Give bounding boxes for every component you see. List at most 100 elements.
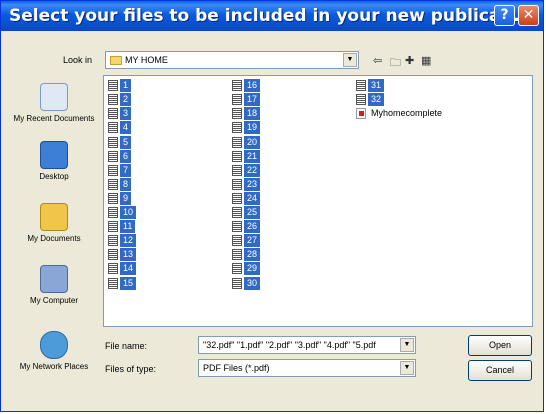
file-item[interactable]: 29 bbox=[232, 262, 261, 276]
place-label: My Recent Documents bbox=[13, 114, 95, 123]
chevron-down-icon[interactable]: ▼ bbox=[343, 53, 357, 67]
place-label: My Network Places bbox=[19, 362, 89, 371]
file-item[interactable]: 30 bbox=[232, 276, 261, 290]
file-icon bbox=[232, 94, 242, 106]
file-name: 15 bbox=[120, 276, 137, 290]
file-icon bbox=[232, 122, 242, 134]
up-folder-icon[interactable]: 🗀 bbox=[390, 54, 401, 73]
file-item[interactable]: 15 bbox=[108, 276, 137, 290]
view-menu-icon[interactable]: ▦ bbox=[421, 54, 431, 67]
place-desktop[interactable]: Desktop bbox=[11, 141, 97, 181]
file-name: 21 bbox=[244, 149, 261, 163]
file-icon bbox=[108, 207, 118, 219]
file-list[interactable]: 1 2 3 4 5 6 7 8 9 10 11 12 13 14 15 16 17 18 19 20 21 22 23 24 2… bbox=[103, 75, 533, 327]
file-name: 27 bbox=[244, 234, 261, 248]
dialog-title: Select your files to be included in your… bbox=[9, 6, 520, 26]
file-item[interactable]: 7 bbox=[108, 163, 132, 177]
file-item[interactable]: 3 bbox=[108, 107, 132, 121]
place-my-recent-documents[interactable]: My Recent Documents bbox=[11, 83, 97, 123]
file-name: 16 bbox=[244, 79, 261, 93]
file-icon bbox=[232, 164, 242, 176]
file-name: 13 bbox=[120, 248, 137, 262]
file-name: 12 bbox=[120, 234, 137, 248]
file-item[interactable]: 10 bbox=[108, 206, 137, 220]
file-icon bbox=[108, 277, 118, 289]
file-item[interactable]: 5 bbox=[108, 135, 132, 149]
new-folder-icon[interactable]: ✚ bbox=[405, 54, 414, 67]
look-in-label: Look in bbox=[63, 55, 93, 65]
help-button[interactable]: ? bbox=[494, 5, 515, 26]
file-name: 3 bbox=[120, 107, 132, 121]
file-item[interactable]: 26 bbox=[232, 220, 261, 234]
place-my-documents[interactable]: My Documents bbox=[11, 203, 97, 243]
back-icon[interactable]: ⇦ bbox=[373, 54, 382, 67]
file-type-dropdown[interactable]: PDF Files (*.pdf) ▼ bbox=[198, 359, 416, 377]
chevron-down-icon[interactable]: ▼ bbox=[400, 338, 414, 352]
file-icon bbox=[108, 192, 118, 204]
file-name: 8 bbox=[120, 177, 132, 191]
file-name: 2 bbox=[120, 93, 132, 107]
close-button[interactable]: ✕ bbox=[518, 5, 539, 26]
chevron-down-icon[interactable]: ▼ bbox=[400, 361, 414, 375]
file-item[interactable]: 8 bbox=[108, 177, 132, 191]
file-name: 7 bbox=[120, 163, 132, 177]
file-item[interactable]: 18 bbox=[232, 107, 261, 121]
file-item[interactable]: 11 bbox=[108, 220, 136, 234]
file-item[interactable]: 21 bbox=[232, 149, 261, 163]
file-name: 11 bbox=[120, 220, 136, 234]
title-bar[interactable]: Select your files to be included in your… bbox=[1, 1, 543, 31]
file-item[interactable]: 17 bbox=[232, 93, 261, 107]
place-label: My Documents bbox=[27, 234, 81, 243]
file-icon bbox=[232, 235, 242, 247]
file-item[interactable]: 31 bbox=[356, 79, 385, 93]
file-item[interactable]: 20 bbox=[232, 135, 261, 149]
file-name-value: "32.pdf" "1.pdf" "2.pdf" "3.pdf" "4.pdf"… bbox=[203, 340, 376, 350]
file-item[interactable]: 9 bbox=[108, 191, 132, 205]
file-item[interactable]: Myhomecomplete bbox=[356, 107, 445, 120]
file-item[interactable]: 12 bbox=[108, 234, 137, 248]
file-name: 19 bbox=[244, 121, 261, 135]
file-type-label: Files of type: bbox=[105, 364, 157, 374]
place-my-network-places[interactable]: My Network Places bbox=[11, 331, 97, 371]
file-icon bbox=[108, 94, 118, 106]
file-item[interactable]: 22 bbox=[232, 163, 261, 177]
file-icon bbox=[232, 263, 242, 275]
file-name: 18 bbox=[244, 107, 261, 121]
file-name-input[interactable]: "32.pdf" "1.pdf" "2.pdf" "3.pdf" "4.pdf"… bbox=[198, 336, 416, 354]
file-item[interactable]: 14 bbox=[108, 262, 137, 276]
file-name: 31 bbox=[368, 79, 385, 93]
file-item[interactable]: 32 bbox=[356, 93, 385, 107]
file-name: 24 bbox=[244, 191, 261, 205]
file-icon bbox=[232, 277, 242, 289]
file-item[interactable]: 27 bbox=[232, 234, 261, 248]
file-item[interactable]: 16 bbox=[232, 79, 261, 93]
file-icon bbox=[232, 136, 242, 148]
file-icon bbox=[232, 207, 242, 219]
file-item[interactable]: 13 bbox=[108, 248, 137, 262]
file-icon bbox=[232, 150, 242, 162]
file-name: 23 bbox=[244, 177, 261, 191]
cancel-button[interactable]: Cancel bbox=[468, 360, 532, 381]
file-icon bbox=[356, 80, 366, 92]
file-item[interactable]: 23 bbox=[232, 177, 261, 191]
file-item[interactable]: 24 bbox=[232, 191, 261, 205]
file-item[interactable]: 4 bbox=[108, 121, 132, 135]
file-name: Myhomecomplete bbox=[371, 108, 443, 119]
file-item[interactable]: 1 bbox=[108, 79, 132, 93]
file-item[interactable]: 19 bbox=[232, 121, 261, 135]
look-in-dropdown[interactable]: MY HOME ▼ bbox=[105, 51, 359, 69]
open-button[interactable]: Open bbox=[468, 335, 532, 356]
file-name: 32 bbox=[368, 93, 385, 107]
file-open-dialog: Select your files to be included in your… bbox=[0, 0, 544, 412]
place-my-computer[interactable]: My Computer bbox=[11, 265, 97, 305]
file-icon bbox=[232, 108, 242, 120]
my-documents-icon bbox=[40, 203, 68, 231]
file-name: 4 bbox=[120, 121, 132, 135]
file-item[interactable]: 25 bbox=[232, 206, 261, 220]
file-icon bbox=[108, 80, 118, 92]
file-item[interactable]: 28 bbox=[232, 248, 261, 262]
file-item[interactable]: 6 bbox=[108, 149, 132, 163]
my-computer-icon bbox=[40, 265, 68, 293]
file-item[interactable]: 2 bbox=[108, 93, 132, 107]
place-label: My Computer bbox=[29, 296, 78, 305]
